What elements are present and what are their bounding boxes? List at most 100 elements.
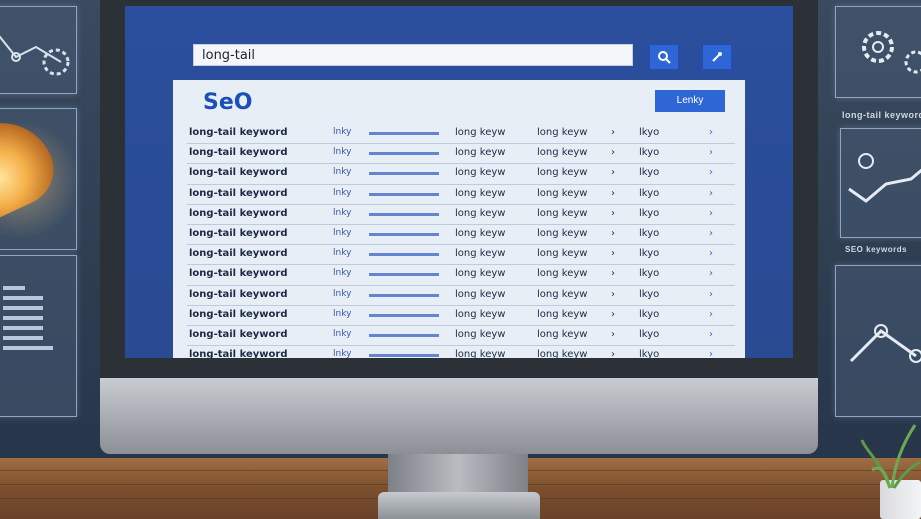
keyword-bar bbox=[369, 212, 439, 216]
table-cell: › bbox=[611, 127, 615, 138]
table-row[interactable]: long-tail keyword lnky long keyw long keyw ›… bbox=[187, 306, 735, 326]
gear-chart-icon bbox=[0, 35, 70, 76]
table-cell: long keyw bbox=[455, 248, 506, 260]
monitor-base bbox=[378, 492, 540, 519]
table-cell: lnky bbox=[333, 349, 352, 358]
keyword-bar bbox=[369, 172, 439, 176]
table-cell: long-tail keyword bbox=[189, 187, 288, 199]
table-cell: lnky bbox=[333, 248, 352, 259]
table-cell[interactable]: › bbox=[709, 289, 713, 300]
monitor-screen: long-tail SeO Lenky long-tail keyword lnk… bbox=[125, 6, 793, 358]
table-cell[interactable]: › bbox=[709, 228, 713, 239]
table-row[interactable]: long-tail keyword lnky long keyw long keyw ›… bbox=[187, 185, 735, 205]
table-cell: lkyo bbox=[639, 167, 660, 179]
table-cell: long-tail keyword bbox=[189, 288, 288, 300]
table-cell: lkyo bbox=[639, 127, 660, 138]
table-cell: long keyw bbox=[537, 308, 588, 320]
table-row[interactable]: long-tail keyword lnky long keyw long keyw ›… bbox=[187, 144, 735, 165]
table-cell: lnky bbox=[333, 147, 352, 158]
table-cell: lnky bbox=[333, 288, 352, 299]
table-cell: lnky bbox=[333, 308, 352, 319]
table-cell: long keyw bbox=[455, 227, 506, 239]
table-cell[interactable]: › bbox=[709, 248, 713, 259]
keyword-bar bbox=[369, 313, 439, 317]
table-cell: lnky bbox=[333, 187, 352, 198]
keyword-bar bbox=[369, 232, 439, 236]
table-cell: long keyw bbox=[537, 248, 588, 260]
monitor-chin bbox=[100, 378, 818, 454]
table-cell: long-tail keyword bbox=[189, 127, 288, 138]
table-cell[interactable]: › bbox=[709, 147, 713, 158]
table-cell[interactable]: › bbox=[709, 188, 713, 199]
table-cell: lnky bbox=[333, 268, 352, 279]
table-cell: lnky bbox=[333, 227, 352, 238]
table-cell: › bbox=[611, 227, 615, 239]
table-row[interactable]: long-tail keyword lnky long keyw long keyw ›… bbox=[187, 265, 735, 286]
table-cell[interactable]: › bbox=[709, 208, 713, 219]
search-icon bbox=[658, 51, 671, 64]
table-row[interactable]: long-tail keyword lnky long keyw long keyw ›… bbox=[187, 346, 735, 358]
table-row[interactable]: long-tail keyword lnky long keyw long keyw ›… bbox=[187, 286, 735, 306]
search-button[interactable] bbox=[649, 44, 679, 70]
table-cell: long-tail keyword bbox=[189, 268, 288, 280]
keyword-bar bbox=[369, 132, 439, 135]
keyword-bar bbox=[369, 152, 439, 156]
table-cell: long keyw bbox=[455, 328, 506, 340]
table-cell[interactable]: › bbox=[709, 349, 713, 358]
table-cell: long-tail keyword bbox=[189, 248, 288, 260]
tool-button[interactable] bbox=[702, 44, 732, 70]
trend-icon bbox=[849, 324, 921, 363]
table-cell: long keyw bbox=[537, 288, 588, 300]
keyword-bar bbox=[369, 293, 439, 297]
table-cell: long-tail keyword bbox=[189, 167, 288, 179]
table-row[interactable]: long-tail keyword lnky long keyw long keyw ›… bbox=[187, 225, 735, 246]
wall-caption-seo: SEO keywords bbox=[845, 245, 908, 254]
table-cell: long keyw bbox=[455, 207, 506, 219]
table-cell: long keyw bbox=[455, 127, 506, 138]
table-row[interactable]: long-tail keyword lnky long keyw long keyw ›… bbox=[187, 124, 735, 145]
table-cell: lkyo bbox=[639, 349, 660, 358]
action-button[interactable]: Lenky bbox=[655, 90, 725, 112]
table-cell: long keyw bbox=[537, 147, 588, 159]
table-cell[interactable]: › bbox=[709, 329, 713, 340]
table-cell: long keyw bbox=[537, 127, 588, 138]
table-cell: › bbox=[611, 248, 615, 260]
table-cell: long keyw bbox=[455, 268, 506, 280]
table-cell: long keyw bbox=[537, 167, 588, 179]
bar-list-icon bbox=[3, 286, 53, 350]
table-cell: long keyw bbox=[537, 328, 588, 340]
search-input[interactable]: long-tail bbox=[193, 44, 633, 66]
table-cell: long keyw bbox=[537, 268, 588, 280]
table-cell: › bbox=[611, 187, 615, 199]
table-cell: lkyo bbox=[639, 207, 660, 219]
table-cell[interactable]: › bbox=[709, 309, 713, 320]
table-cell: › bbox=[611, 349, 615, 358]
table-row[interactable]: long-tail keyword lnky long keyw long keyw ›… bbox=[187, 245, 735, 266]
table-cell: long keyw bbox=[455, 308, 506, 320]
keyword-bar bbox=[369, 253, 439, 257]
table-cell: › bbox=[611, 268, 615, 280]
table-cell: lnky bbox=[333, 167, 352, 178]
table-cell: long-tail keyword bbox=[189, 227, 288, 239]
results-panel: SeO Lenky long-tail keyword lnky long keyw… bbox=[173, 80, 745, 358]
table-cell: long keyw bbox=[537, 227, 588, 239]
table-cell: long keyw bbox=[455, 167, 506, 179]
table-cell: lkyo bbox=[639, 248, 660, 260]
table-cell: lnky bbox=[333, 328, 352, 339]
table-row[interactable]: long-tail keyword lnky long keyw long keyw ›… bbox=[187, 164, 735, 185]
table-cell: long-tail keyword bbox=[189, 308, 288, 320]
table-cell: lnky bbox=[333, 207, 352, 218]
table-cell: lkyo bbox=[639, 288, 660, 300]
table-cell: long keyw bbox=[537, 349, 588, 358]
table-cell[interactable]: › bbox=[709, 127, 713, 138]
wall-caption-keywords: long-tail keywords bbox=[842, 110, 921, 120]
table-row[interactable]: long-tail keyword lnky long keyw long keyw ›… bbox=[187, 205, 735, 225]
table-cell: › bbox=[611, 288, 615, 300]
gear-icon bbox=[862, 31, 921, 74]
table-cell: long keyw bbox=[537, 207, 588, 219]
table-row[interactable]: long-tail keyword lnky long keyw long keyw ›… bbox=[187, 326, 735, 347]
table-cell[interactable]: › bbox=[709, 268, 713, 279]
keyword-table: long-tail keyword lnky long keyw long keyw ›… bbox=[187, 124, 735, 358]
table-cell[interactable]: › bbox=[709, 167, 713, 178]
keyword-bar bbox=[369, 273, 439, 277]
